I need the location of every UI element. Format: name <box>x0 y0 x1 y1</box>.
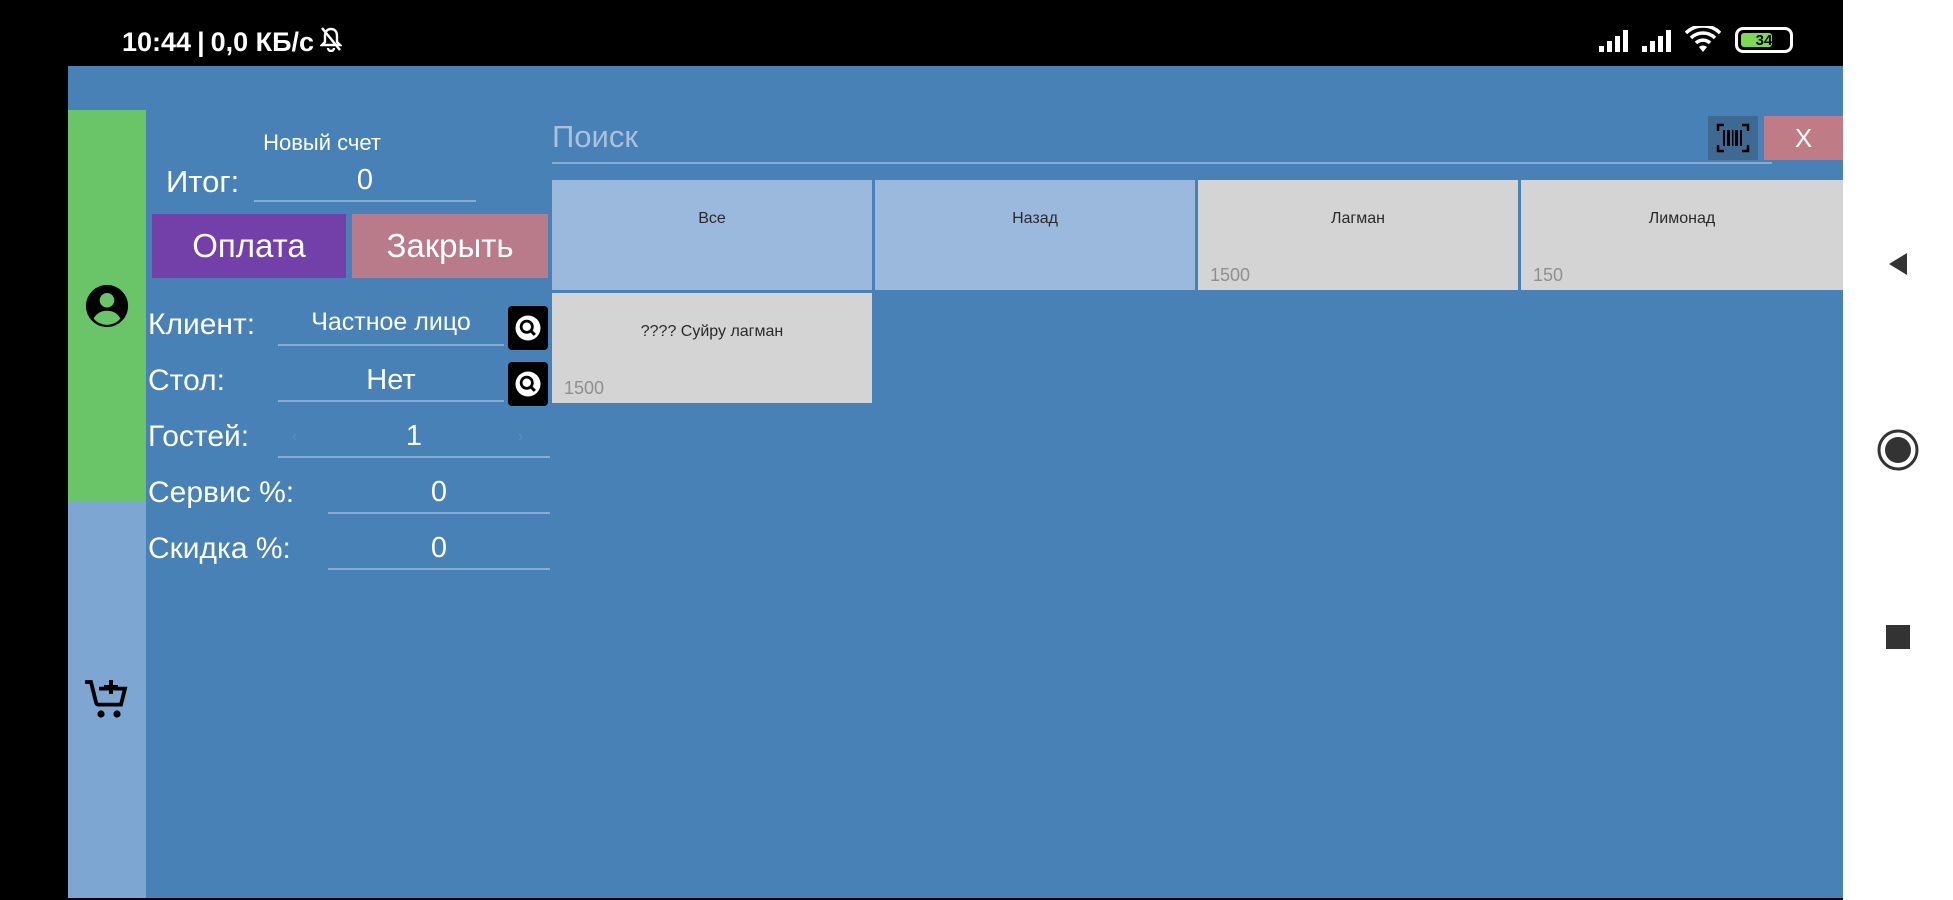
status-right: 34 <box>1599 26 1793 54</box>
table-search-button[interactable] <box>508 362 548 406</box>
category-tile-all[interactable]: Все <box>552 180 872 290</box>
table-field[interactable]: Нет <box>278 360 504 402</box>
category-tile-back[interactable]: Назад <box>875 180 1195 290</box>
magnify-icon <box>515 371 541 397</box>
guests-increment-button[interactable]: › <box>518 428 523 446</box>
recents-square-icon <box>1886 625 1910 649</box>
tile-name: Назад <box>1012 210 1058 227</box>
bill-title: Новый счет <box>263 130 381 155</box>
barcode-scan-button[interactable] <box>1708 116 1758 160</box>
close-bill-button[interactable]: Закрыть <box>352 214 548 278</box>
client-search-button[interactable] <box>508 306 548 350</box>
nav-item-client[interactable] <box>68 110 146 502</box>
tile-name: ???? Суйру лагман <box>640 323 784 340</box>
tile-name: Лимонад <box>1648 210 1716 227</box>
product-tile[interactable]: Лимонад 150 <box>1521 180 1843 290</box>
discount-field[interactable]: 0 <box>328 528 550 570</box>
pay-button[interactable]: Оплата <box>152 214 346 278</box>
tile-price: 150 <box>1533 265 1564 285</box>
service-field[interactable]: 0 <box>328 472 550 514</box>
status-network-speed: 0,0 КБ/с <box>210 27 315 57</box>
table-label: Стол: <box>148 364 225 397</box>
battery-icon: 34 <box>1735 27 1793 53</box>
client-field[interactable]: Частное лицо <box>278 304 504 346</box>
tile-price: 1500 <box>1210 265 1251 285</box>
home-button[interactable] <box>1843 410 1953 490</box>
add-to-cart-icon <box>85 680 128 718</box>
signal-icon <box>1642 28 1671 52</box>
android-nav-bar <box>1843 0 1953 900</box>
battery-level: 34 <box>1755 31 1773 49</box>
nav-item-cart[interactable] <box>68 502 146 898</box>
guests-label: Гостей: <box>148 420 250 453</box>
guests-decrement-button[interactable]: ‹ <box>292 428 297 446</box>
back-triangle-icon <box>1889 253 1907 275</box>
wifi-icon <box>1685 26 1721 52</box>
left-edge <box>0 66 68 900</box>
product-tile[interactable]: Лагман 1500 <box>1198 180 1518 290</box>
mute-icon <box>319 26 343 59</box>
status-time: 10:44 <box>122 27 192 57</box>
tile-price: 1500 <box>564 378 605 398</box>
product-tile[interactable]: ???? Суйру лагман 1500 <box>552 293 872 403</box>
tile-name: Лагман <box>1331 210 1385 227</box>
search-input[interactable] <box>552 112 1772 164</box>
pos-app: Новый счет Итог: 0 Оплата Закрыть Клиент… <box>68 66 1843 898</box>
order-panel: Новый счет Итог: 0 Оплата Закрыть Клиент… <box>146 110 550 670</box>
side-nav <box>68 110 146 898</box>
magnify-icon <box>515 315 541 341</box>
tile-name: Все <box>698 210 726 227</box>
client-label: Клиент: <box>148 308 256 341</box>
guests-field[interactable]: 1 <box>278 416 550 458</box>
status-left: 10:44 | 0,0 КБ/с <box>122 26 343 59</box>
home-circle-icon <box>1877 429 1919 471</box>
total-label: Итог: <box>166 164 240 199</box>
barcode-icon <box>1716 123 1750 153</box>
discount-label: Скидка %: <box>148 532 291 565</box>
status-bar: 10:44 | 0,0 КБ/с 34 <box>0 0 1843 66</box>
recents-button[interactable] <box>1843 597 1953 677</box>
service-label: Сервис %: <box>148 476 295 509</box>
signal-icon <box>1599 28 1628 52</box>
total-value: 0 <box>254 162 476 202</box>
clear-search-button[interactable]: X <box>1764 116 1843 160</box>
back-button[interactable] <box>1843 224 1953 304</box>
account-circle-icon <box>85 284 129 328</box>
